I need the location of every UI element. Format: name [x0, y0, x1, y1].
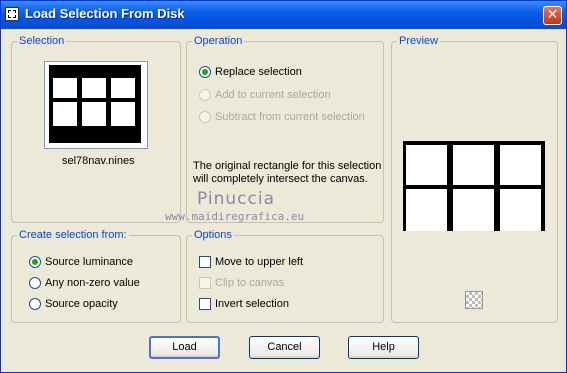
options-group-label: Options: [192, 228, 234, 242]
source-opacity-label[interactable]: Source opacity: [45, 298, 118, 311]
invert-selection-label[interactable]: Invert selection: [215, 298, 289, 311]
close-button[interactable]: ✕: [543, 6, 562, 25]
any-non-zero-label[interactable]: Any non-zero value: [45, 277, 140, 290]
selection-thumbnail-graphic: [50, 66, 140, 142]
source-luminance-radio[interactable]: [29, 256, 41, 268]
source-luminance-label[interactable]: Source luminance: [45, 256, 133, 269]
transparency-toggle-icon[interactable]: [465, 291, 483, 309]
any-non-zero-radio[interactable]: [29, 277, 41, 289]
watermark-name: Pinuccia: [197, 189, 275, 209]
replace-selection-radio[interactable]: [199, 66, 211, 78]
operation-note-line1: The original rectangle for this selectio…: [193, 160, 382, 172]
selection-thumbnail[interactable]: [44, 61, 148, 149]
subtract-from-selection-radio[interactable]: [199, 111, 211, 123]
load-button[interactable]: Load: [149, 336, 220, 359]
preview-group-label: Preview: [397, 34, 441, 48]
selection-thumbnail-image: [49, 65, 141, 143]
move-to-upper-left-checkbox[interactable]: [199, 256, 211, 268]
selection-app-icon: [5, 7, 19, 21]
invert-selection-checkbox[interactable]: [199, 298, 211, 310]
operation-group-label: Operation: [192, 34, 245, 48]
title-bar[interactable]: Load Selection From Disk ✕: [1, 1, 566, 29]
create-selection-group-label: Create selection from:: [17, 228, 129, 242]
selection-group-label: Selection: [17, 34, 67, 48]
load-selection-dialog: Load Selection From Disk ✕ Selection sel…: [0, 0, 567, 373]
subtract-from-selection-label[interactable]: Subtract from current selection: [215, 111, 365, 124]
operation-note-line2: will completely intersect the canvas.: [193, 173, 368, 185]
cancel-button[interactable]: Cancel: [249, 336, 320, 359]
window-title: Load Selection From Disk: [25, 6, 185, 21]
help-button[interactable]: Help: [348, 336, 419, 359]
selection-file-name: sel78nav.nines: [62, 155, 135, 167]
preview-image: [403, 141, 545, 231]
watermark-url: www.maidiregrafica.eu: [165, 210, 305, 223]
source-opacity-radio[interactable]: [29, 298, 41, 310]
replace-selection-label[interactable]: Replace selection: [215, 66, 302, 79]
move-to-upper-left-label[interactable]: Move to upper left: [215, 256, 303, 269]
add-to-selection-radio[interactable]: [199, 89, 211, 101]
add-to-selection-label[interactable]: Add to current selection: [215, 89, 331, 102]
clip-to-canvas-checkbox[interactable]: [199, 277, 211, 289]
clip-to-canvas-label[interactable]: Clip to canvas: [215, 277, 284, 290]
